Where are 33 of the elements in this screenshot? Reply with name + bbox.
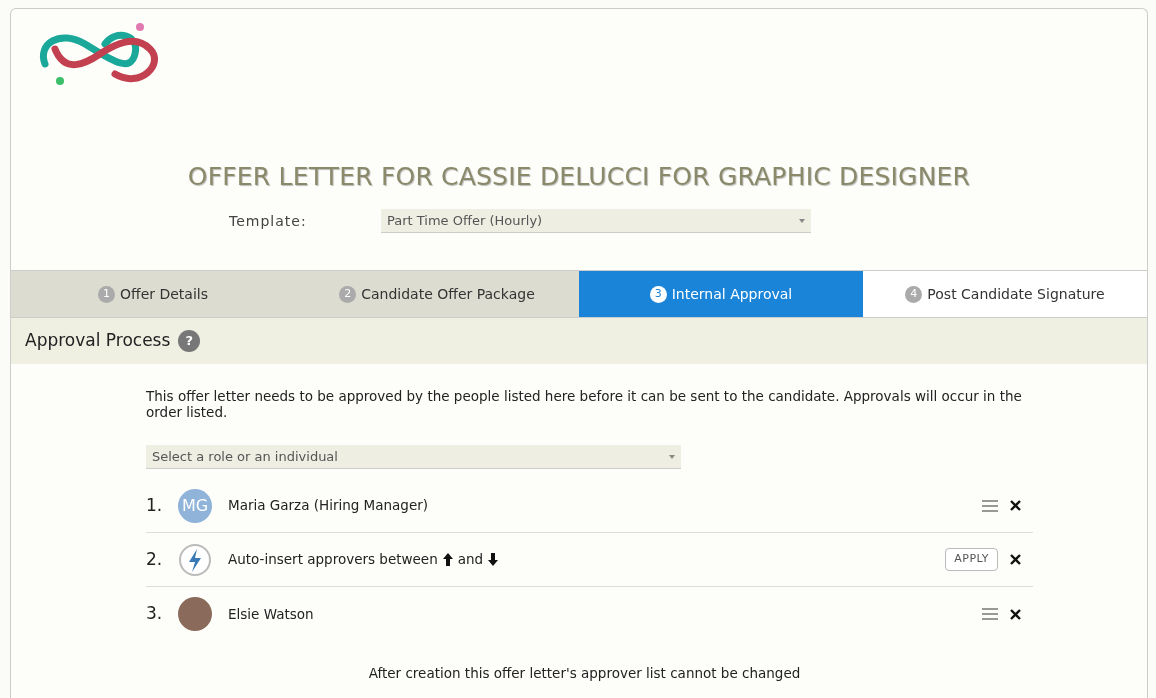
footer-note: After creation this offer letter's approver list cannot be changed bbox=[367, 664, 802, 683]
template-label: Template: bbox=[229, 211, 308, 231]
step-number: 4 bbox=[905, 285, 923, 303]
approver-name: Elsie Watson bbox=[228, 604, 314, 624]
list-number: 1. bbox=[146, 493, 164, 517]
approver-select[interactable]: Select a role or an individual bbox=[146, 445, 681, 469]
list-number: 2. bbox=[146, 547, 164, 571]
step-tab[interactable]: 4 Post Candidate Signature bbox=[863, 271, 1147, 317]
step-number: 2 bbox=[339, 285, 357, 303]
lightning-icon bbox=[178, 542, 212, 577]
help-button[interactable]: ? bbox=[178, 330, 201, 352]
drag-handle-icon[interactable] bbox=[982, 499, 998, 512]
remove-icon[interactable] bbox=[1010, 608, 1021, 620]
step-number: 1 bbox=[98, 285, 115, 303]
step-tab[interactable]: 2 Candidate Offer Package bbox=[295, 271, 579, 317]
up-arrow-icon bbox=[442, 553, 453, 566]
step-tab[interactable]: 3 Internal Approval bbox=[579, 271, 863, 317]
list-number: 3. bbox=[146, 602, 164, 626]
approver-name: Maria Garza (Hiring Manager) bbox=[228, 496, 429, 516]
drag-handle-icon[interactable] bbox=[982, 608, 998, 620]
remove-icon[interactable] bbox=[1010, 554, 1021, 565]
down-arrow-icon bbox=[488, 553, 499, 566]
apply-button[interactable]: APPLY bbox=[945, 548, 998, 571]
intro-text: This offer letter needs to be approved by the people listed here before it can be sent to the candidate. Approvals will occur in the order listed. bbox=[146, 388, 1023, 420]
page-title: OFFER LETTER FOR CASSIE DELUCCI FOR GRAPHIC DESIGNER bbox=[186, 162, 972, 192]
avatar: MG bbox=[178, 488, 212, 523]
step-number: 3 bbox=[649, 285, 667, 303]
step-tab[interactable]: 1 Offer Details bbox=[11, 271, 295, 317]
remove-icon[interactable] bbox=[1010, 500, 1021, 511]
auto-insert-text: and bbox=[457, 550, 484, 570]
section-title: Approval Process bbox=[25, 329, 171, 353]
auto-insert-text: Auto-insert approvers between bbox=[228, 550, 438, 570]
template-select[interactable]: Part Time Offer (Hourly) bbox=[381, 209, 811, 233]
